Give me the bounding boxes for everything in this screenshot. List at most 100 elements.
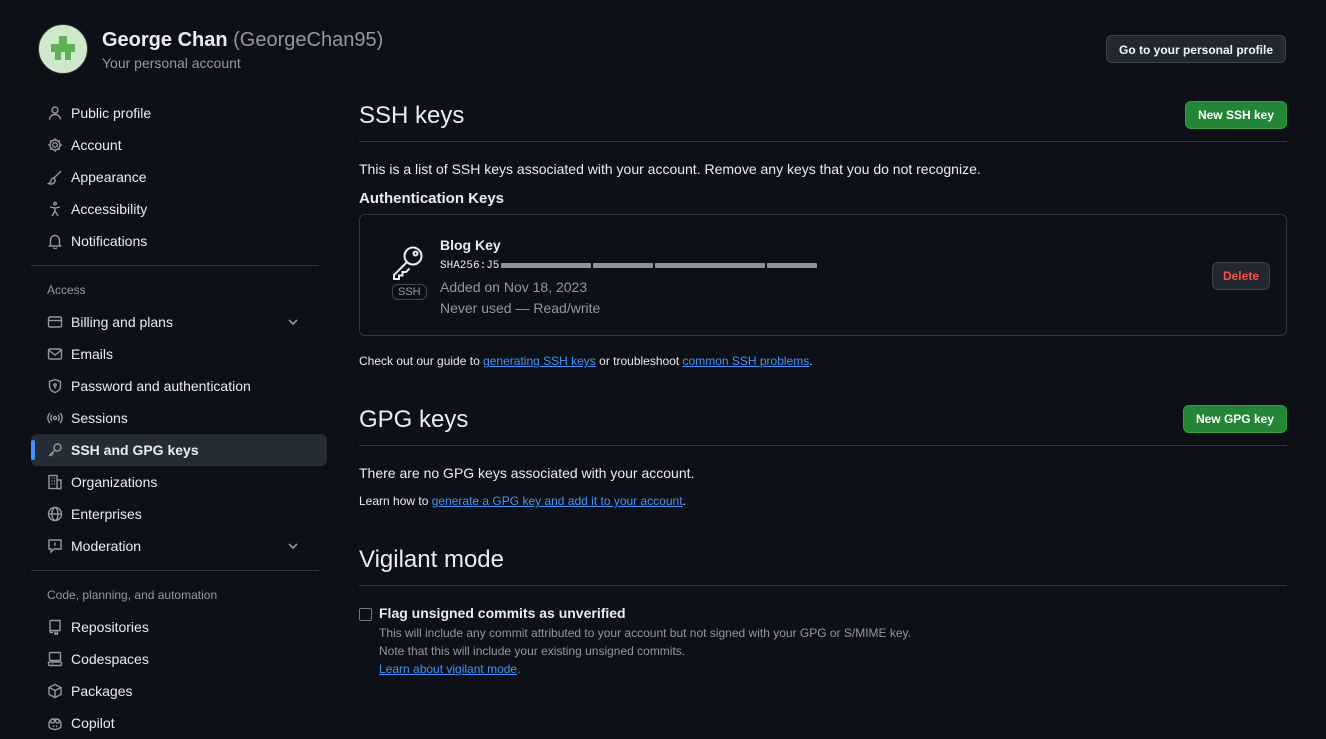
sidebar-item-label: Appearance — [71, 169, 147, 185]
ssh-type-badge: SSH — [392, 284, 427, 300]
learn-about-vigilant-mode-link[interactable]: Learn about vigilant mode — [379, 662, 517, 676]
ssh-keys-header: SSH keys New SSH key — [359, 100, 1287, 142]
sidebar-item-label: Enterprises — [71, 506, 142, 522]
ssh-description: This is a list of SSH keys associated wi… — [359, 161, 981, 177]
sidebar-item-codespaces[interactable]: Codespaces — [31, 643, 319, 675]
sidebar-item-organizations[interactable]: Organizations — [31, 466, 319, 498]
sidebar-item-label: Organizations — [71, 474, 158, 490]
chevron-down-icon[interactable] — [285, 538, 301, 554]
repo-icon — [47, 619, 63, 635]
account-subtitle: Your personal account — [102, 55, 241, 71]
globe-icon — [47, 506, 63, 522]
accessibility-icon — [47, 201, 63, 217]
sidebar-item-accessibility[interactable]: Accessibility — [31, 193, 319, 225]
sidebar-item-notifications[interactable]: Notifications — [31, 225, 319, 257]
sidebar-item-label: Copilot — [71, 715, 115, 731]
guide-suffix: . — [809, 354, 813, 368]
generating-ssh-keys-link[interactable]: generating SSH keys — [483, 354, 596, 368]
redacted-fingerprint — [593, 262, 654, 268]
vigilant-mode-header: Vigilant mode — [359, 544, 1287, 586]
gpg-keys-header: GPG keys New GPG key — [359, 404, 1287, 446]
common-ssh-problems-link[interactable]: common SSH problems — [683, 354, 810, 368]
vigilant-learn-text: Learn about vigilant mode. — [379, 662, 520, 676]
sidebar-item-ssh-gpg-keys[interactable]: SSH and GPG keys — [31, 434, 327, 466]
guide-prefix: Check out our guide to — [359, 354, 484, 368]
sidebar-item-label: Codespaces — [71, 651, 149, 667]
gpg-learn-suffix: . — [682, 494, 686, 508]
redacted-fingerprint — [655, 262, 766, 268]
sidebar-item-sessions[interactable]: Sessions — [31, 402, 319, 434]
sidebar-item-account[interactable]: Account — [31, 129, 319, 161]
main-content: SSH keys New SSH key This is a list of S… — [359, 100, 1287, 695]
go-to-profile-button[interactable]: Go to your personal profile — [1105, 35, 1286, 63]
mail-icon — [47, 346, 63, 362]
generate-gpg-key-link[interactable]: generate a GPG key and add it to your ac… — [432, 494, 683, 508]
sidebar-item-appearance[interactable]: Appearance — [31, 161, 319, 193]
chevron-down-icon[interactable] — [285, 314, 301, 330]
account-name: George Chan (GeorgeChan95) — [102, 29, 383, 52]
ssh-key-added-date: Added on Nov 18, 2023 — [440, 279, 588, 295]
gpg-keys-title: GPG keys — [359, 406, 469, 433]
sidebar-item-label: Account — [71, 137, 122, 153]
sidebar-item-label: Public profile — [71, 105, 152, 121]
key-icon — [47, 442, 63, 458]
vigilant-description-1: This will include any commit attributed … — [379, 626, 912, 640]
ssh-key-fingerprint: SHA256:J5 — [440, 260, 818, 272]
sidebar-item-enterprises[interactable]: Enterprises — [31, 498, 319, 530]
sidebar-item-label: Sessions — [71, 410, 128, 426]
package-icon — [47, 683, 63, 699]
fingerprint-prefix: SHA256:J5 — [440, 260, 500, 272]
sidebar-item-packages[interactable]: Packages — [31, 675, 319, 707]
username-handle: (GeorgeChan95) — [233, 29, 384, 51]
settings-sidebar: Public profile Account Appearance Access… — [31, 97, 327, 739]
sidebar-item-repositories[interactable]: Repositories — [31, 611, 319, 643]
sidebar-item-public-profile[interactable]: Public profile — [31, 97, 319, 129]
gear-icon — [47, 137, 63, 153]
avatar[interactable] — [38, 24, 88, 74]
ssh-key-item: SSH Blog Key SHA256:J5 Added on Nov 18, … — [359, 214, 1287, 336]
ssh-keys-title: SSH keys — [359, 102, 465, 129]
sidebar-item-label: Repositories — [71, 619, 149, 635]
sidebar-item-label: Moderation — [71, 538, 142, 554]
ssh-guide-text: Check out our guide to generating SSH ke… — [359, 354, 1287, 368]
sidebar-item-billing[interactable]: Billing and plans — [31, 306, 319, 338]
paintbrush-icon — [47, 169, 63, 185]
ssh-key-usage: Never used — Read/write — [440, 300, 601, 316]
sidebar-item-label: Password and authentication — [71, 378, 251, 394]
sidebar-item-emails[interactable]: Emails — [31, 338, 319, 370]
sidebar-group-access: Access — [47, 283, 86, 297]
new-ssh-key-button[interactable]: New SSH key — [1184, 101, 1287, 129]
broadcast-icon — [47, 410, 63, 426]
bell-icon — [47, 233, 63, 249]
redacted-fingerprint — [767, 262, 818, 268]
gpg-learn-text: Learn how to generate a GPG key and add … — [359, 494, 1287, 508]
authentication-keys-title: Authentication Keys — [359, 190, 505, 207]
sidebar-item-label: SSH and GPG keys — [71, 442, 199, 458]
credit-card-icon — [47, 314, 63, 330]
guide-middle: or troubleshoot — [595, 354, 683, 368]
sidebar-item-label: Notifications — [71, 233, 148, 249]
flag-unsigned-commits-label[interactable]: Flag unsigned commits as unverified — [379, 605, 626, 621]
sidebar-item-label: Billing and plans — [71, 314, 173, 330]
sidebar-item-password-authentication[interactable]: Password and authentication — [31, 370, 319, 402]
sidebar-item-copilot[interactable]: Copilot — [31, 707, 319, 739]
vigilant-mode-option: Flag unsigned commits as unverified This… — [359, 605, 1287, 695]
key-icon — [393, 246, 423, 280]
vigilant-description-2: Note that this will include your existin… — [379, 644, 686, 658]
redacted-fingerprint — [501, 262, 592, 268]
flag-unsigned-commits-checkbox[interactable] — [359, 608, 372, 621]
sidebar-group-code: Code, planning, and automation — [47, 588, 218, 602]
sidebar-item-moderation[interactable]: Moderation — [31, 530, 319, 562]
display-name: George Chan — [102, 29, 228, 51]
new-gpg-key-button[interactable]: New GPG key — [1182, 405, 1287, 433]
codespaces-icon — [47, 651, 63, 667]
sidebar-item-label: Accessibility — [71, 201, 148, 217]
sidebar-divider — [31, 265, 319, 266]
account-header: George Chan (GeorgeChan95) Your personal… — [38, 24, 1286, 74]
delete-ssh-key-button[interactable]: Delete — [1211, 262, 1270, 290]
vigilant-link-suffix: . — [517, 662, 521, 676]
shield-lock-icon — [47, 378, 63, 394]
report-icon — [47, 538, 63, 554]
person-icon — [47, 105, 63, 121]
vigilant-mode-title: Vigilant mode — [359, 546, 504, 573]
